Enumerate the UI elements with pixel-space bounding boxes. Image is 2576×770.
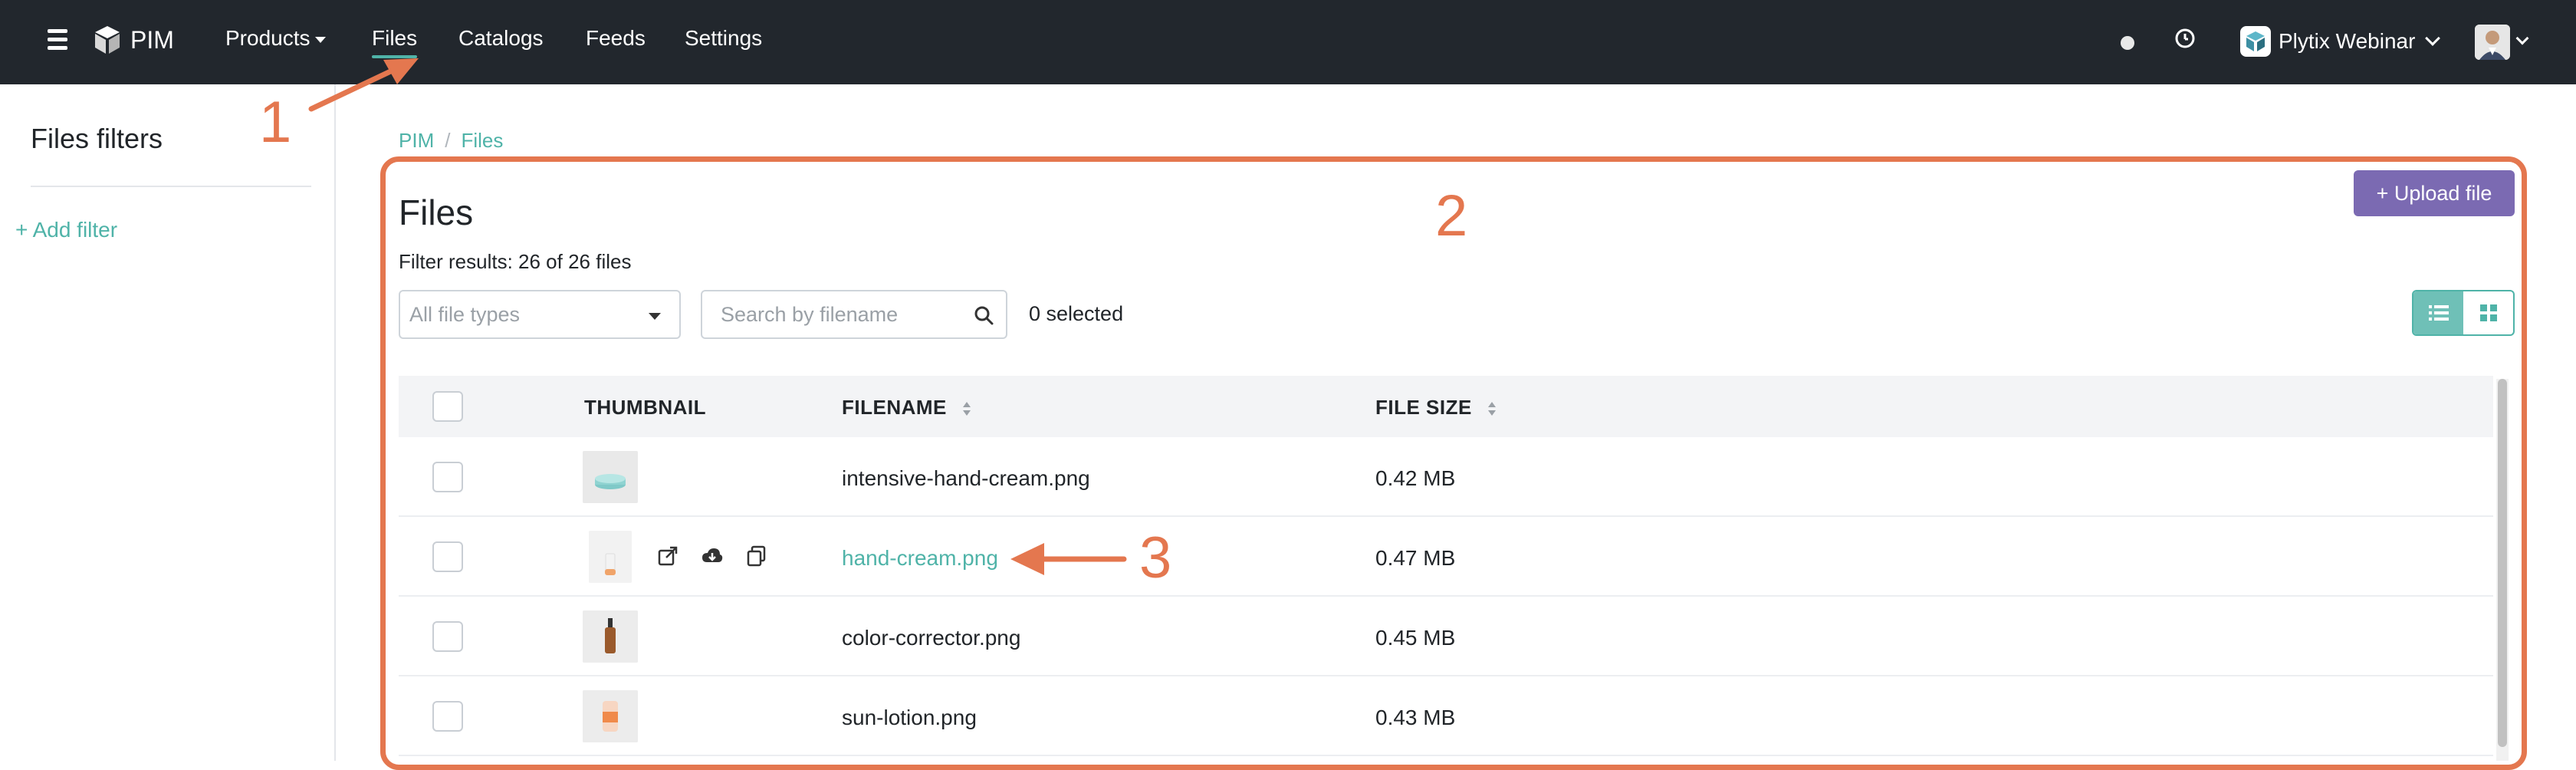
nav-products-label: Products [225,26,310,50]
column-thumbnail: THUMBNAIL [584,396,707,419]
status-dot-icon[interactable] [2121,36,2134,50]
column-file-size[interactable]: FILE SIZE [1375,396,1497,420]
cube-icon [95,26,120,54]
nav-settings[interactable]: Settings [685,26,762,51]
table-row[interactable]: intensive-hand-cream.png 0.42 MB [399,437,2493,517]
file-type-placeholder: All file types [409,302,521,326]
brand-logo[interactable]: PIM [94,25,174,55]
file-size: 0.42 MB [1375,466,1456,490]
breadcrumb-files[interactable]: Files [461,129,503,152]
annotation-2: 2 [1435,183,1468,248]
filename-link[interactable]: color-corrector.png [842,626,1020,650]
file-thumbnail[interactable] [583,451,638,503]
filename-link[interactable]: sun-lotion.png [842,706,977,730]
list-view-button[interactable] [2413,291,2463,334]
file-size: 0.43 MB [1375,706,1456,729]
filter-results-text: Filter results: 26 of 26 files [399,250,632,273]
file-size: 0.47 MB [1375,546,1456,570]
grid-icon [2479,304,2497,321]
grid-view-button[interactable] [2463,291,2513,334]
user-avatar[interactable] [2475,25,2510,60]
user-chevron-down-icon[interactable] [2515,31,2529,45]
filename-link[interactable]: hand-cream.png [842,546,998,571]
selected-count: 0 selected [1029,302,1124,325]
nav-files[interactable]: Files [372,26,418,58]
column-filename-label: FILENAME [842,396,947,419]
annotation-1: 1 [259,90,292,155]
table-header: THUMBNAIL FILENAME FILE SIZE [399,376,2493,437]
table-scrollbar[interactable] [2496,379,2509,761]
row-checkbox[interactable] [432,462,463,492]
open-external-icon[interactable] [656,545,679,568]
caret-down-icon [314,36,326,43]
caret-down-icon [649,313,661,320]
file-thumbnail[interactable] [583,610,638,663]
search-placeholder: Search by filename [721,302,899,326]
row-checkbox[interactable] [432,541,463,572]
add-filter-link[interactable]: + Add filter [15,218,117,242]
column-filename[interactable]: FILENAME [842,396,971,420]
nav-catalogs[interactable]: Catalogs [458,26,544,51]
sidebar-divider [31,186,311,187]
breadcrumb: PIM / Files [399,129,503,153]
column-file-size-label: FILE SIZE [1375,396,1472,419]
files-filters-sidebar: Files filters + Add filter [0,84,336,761]
brand-name: PIM [130,25,174,54]
annotation-arrow-1 [308,58,419,112]
page-title: Files [399,192,474,232]
list-icon [2428,305,2449,321]
sidebar-title: Files filters [31,123,163,154]
nav-feeds[interactable]: Feeds [586,26,646,51]
file-thumbnail[interactable] [589,531,632,583]
row-actions [656,545,768,568]
table-row[interactable]: sun-lotion.png 0.43 MB [399,676,2493,756]
view-toggle [2412,290,2515,336]
table-row[interactable]: color-corrector.png 0.45 MB [399,597,2493,676]
row-checkbox[interactable] [432,621,463,652]
account-logo-icon [2240,26,2271,57]
file-size: 0.45 MB [1375,626,1456,650]
copy-icon[interactable] [745,545,768,568]
clock-icon[interactable] [2174,28,2196,49]
file-thumbnail[interactable] [583,690,638,742]
row-checkbox[interactable] [432,701,463,732]
search-icon[interactable] [974,305,994,325]
download-cloud-icon[interactable] [701,545,724,568]
hamburger-menu-icon[interactable] [48,29,67,55]
nav-products[interactable]: Products [225,26,326,51]
upload-file-button[interactable]: + Upload file [2354,170,2515,216]
account-switcher[interactable]: Plytix Webinar [2240,26,2441,57]
account-name: Plytix Webinar [2279,29,2416,53]
scrollbar-thumb[interactable] [2498,379,2507,747]
select-all-checkbox[interactable] [432,391,463,422]
breadcrumb-pim[interactable]: PIM [399,129,434,152]
filename-link[interactable]: intensive-hand-cream.png [842,466,1090,491]
breadcrumb-separator: / [445,129,451,152]
files-table: THUMBNAIL FILENAME FILE SIZE intensive-h… [399,376,2493,756]
sort-icon[interactable] [1487,400,1497,417]
search-input[interactable]: Search by filename [701,290,1007,339]
sort-icon[interactable] [962,400,971,417]
table-row[interactable]: hand-cream.png 0.47 MB [399,517,2493,597]
chevron-down-icon [2425,31,2441,46]
file-type-select[interactable]: All file types [399,290,681,339]
